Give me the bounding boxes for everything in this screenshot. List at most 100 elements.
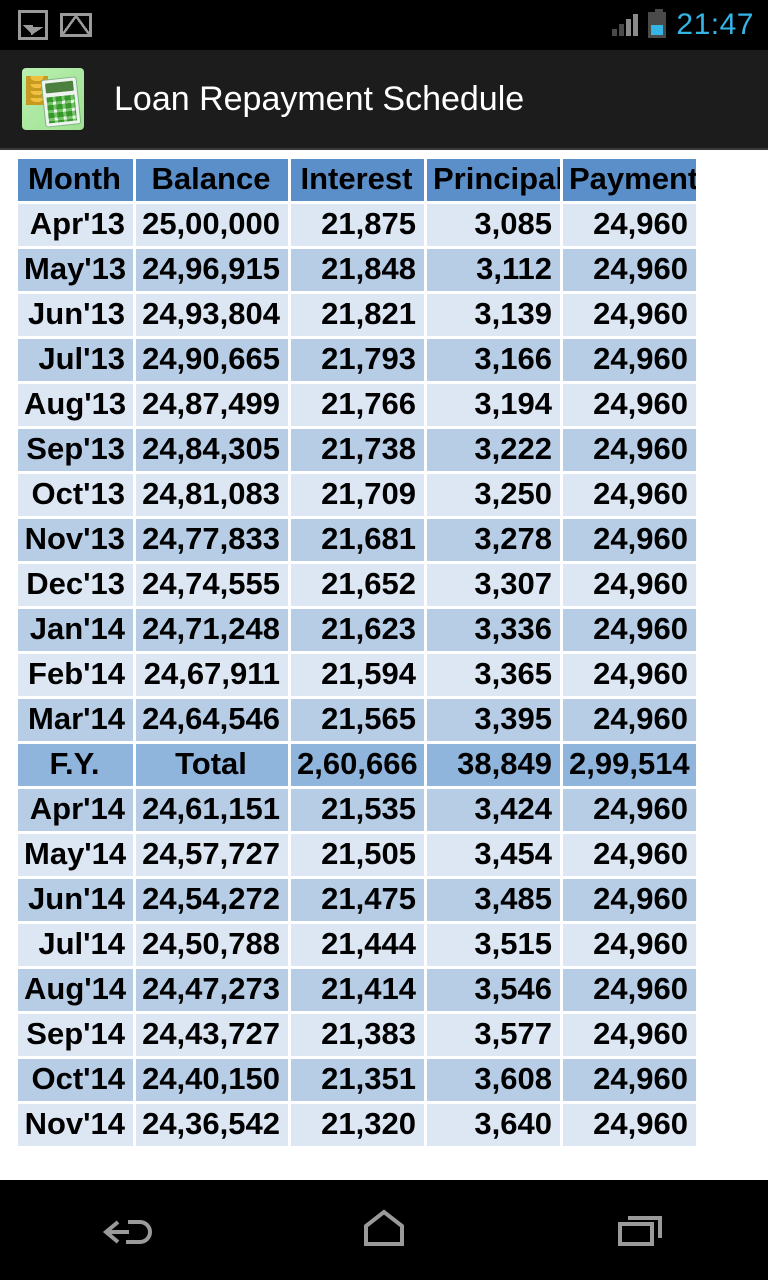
status-bar-notifications [0,10,92,40]
cell-payment: 24,960 [563,294,696,336]
cell-principal: 3,139 [427,294,560,336]
table-row[interactable]: Aug'13 24,87,499 21,766 3,194 24,960 [18,384,696,426]
home-icon[interactable] [352,1202,416,1259]
column-header-balance[interactable]: Balance [136,159,288,201]
table-row[interactable]: Jul'14 24,50,788 21,444 3,515 24,960 [18,924,696,966]
cell-month: May'14 [18,834,133,876]
cell-month: Aug'13 [18,384,133,426]
cell-payment: 24,960 [563,879,696,921]
cell-payment: 24,960 [563,384,696,426]
cell-balance: Total [136,744,288,786]
gmail-icon [60,13,92,37]
table-row[interactable]: Nov'14 24,36,542 21,320 3,640 24,960 [18,1104,696,1146]
cell-month: Nov'14 [18,1104,133,1146]
table-row[interactable]: Jan'14 24,71,248 21,623 3,336 24,960 [18,609,696,651]
cell-payment: 2,99,514 [563,744,696,786]
cell-month: Sep'14 [18,1014,133,1056]
cell-month: Jul'13 [18,339,133,381]
table-row[interactable]: Jun'14 24,54,272 21,475 3,485 24,960 [18,879,696,921]
cell-month: May'13 [18,249,133,291]
cell-balance: 24,36,542 [136,1104,288,1146]
cell-principal: 3,608 [427,1059,560,1101]
cell-interest: 21,383 [291,1014,424,1056]
cell-balance: 24,84,305 [136,429,288,471]
table-row[interactable]: Dec'13 24,74,555 21,652 3,307 24,960 [18,564,696,606]
recents-icon[interactable] [608,1202,672,1259]
cell-interest: 21,766 [291,384,424,426]
cell-payment: 24,960 [563,924,696,966]
back-icon[interactable] [96,1202,160,1259]
table-row[interactable]: Nov'13 24,77,833 21,681 3,278 24,960 [18,519,696,561]
column-header-payment[interactable]: Payment [563,159,696,201]
cell-principal: 3,424 [427,789,560,831]
cell-principal: 3,546 [427,969,560,1011]
cell-interest: 21,875 [291,204,424,246]
action-bar: Loan Repayment Schedule [0,50,768,150]
cell-month: Nov'13 [18,519,133,561]
table-header-row: Month Balance Interest Principal Payment [18,159,696,201]
column-header-interest[interactable]: Interest [291,159,424,201]
cell-month: Mar'14 [18,699,133,741]
table-row[interactable]: Mar'14 24,64,546 21,565 3,395 24,960 [18,699,696,741]
cell-interest: 21,320 [291,1104,424,1146]
battery-icon [648,9,667,38]
table-row[interactable]: Oct'13 24,81,083 21,709 3,250 24,960 [18,474,696,516]
table-body: Apr'13 25,00,000 21,875 3,085 24,960 May'13 24… [18,204,696,1146]
cell-principal: 3,166 [427,339,560,381]
cell-principal: 3,395 [427,699,560,741]
table-row-financial-year-total[interactable]: F.Y. Total 2,60,666 38,849 2,99,514 [18,744,696,786]
cell-month: Feb'14 [18,654,133,696]
cell-balance: 24,67,911 [136,654,288,696]
cell-interest: 21,565 [291,699,424,741]
calculator-coins-icon [22,68,84,130]
status-bar-system: 21:47 [612,8,768,42]
cell-payment: 24,960 [563,789,696,831]
table-row[interactable]: Sep'13 24,84,305 21,738 3,222 24,960 [18,429,696,471]
cell-principal: 3,250 [427,474,560,516]
cell-balance: 24,47,273 [136,969,288,1011]
cell-principal: 3,194 [427,384,560,426]
cell-month: Jul'14 [18,924,133,966]
table-row[interactable]: Feb'14 24,67,911 21,594 3,365 24,960 [18,654,696,696]
cell-payment: 24,960 [563,699,696,741]
cell-payment: 24,960 [563,969,696,1011]
cell-principal: 3,222 [427,429,560,471]
cell-interest: 21,444 [291,924,424,966]
cell-balance: 24,93,804 [136,294,288,336]
cell-payment: 24,960 [563,1104,696,1146]
cell-interest: 21,594 [291,654,424,696]
status-bar: 21:47 [0,0,768,50]
cell-interest: 21,848 [291,249,424,291]
cell-principal: 3,112 [427,249,560,291]
cell-month: Oct'13 [18,474,133,516]
table-row[interactable]: Sep'14 24,43,727 21,383 3,577 24,960 [18,1014,696,1056]
cell-payment: 24,960 [563,609,696,651]
column-header-month[interactable]: Month [18,159,133,201]
table-row[interactable]: Jun'13 24,93,804 21,821 3,139 24,960 [18,294,696,336]
table-row[interactable]: May'13 24,96,915 21,848 3,112 24,960 [18,249,696,291]
cell-interest: 2,60,666 [291,744,424,786]
cell-payment: 24,960 [563,1014,696,1056]
cell-balance: 24,81,083 [136,474,288,516]
cell-interest: 21,821 [291,294,424,336]
cell-payment: 24,960 [563,429,696,471]
navigation-bar [0,1180,768,1280]
table-row[interactable]: Jul'13 24,90,665 21,793 3,166 24,960 [18,339,696,381]
cell-payment: 24,960 [563,474,696,516]
cell-month: Apr'13 [18,204,133,246]
cell-principal: 38,849 [427,744,560,786]
cell-balance: 24,71,248 [136,609,288,651]
cell-interest: 21,709 [291,474,424,516]
cell-balance: 24,64,546 [136,699,288,741]
cell-interest: 21,623 [291,609,424,651]
column-header-principal[interactable]: Principal [427,159,560,201]
schedule-scroll-area[interactable]: Month Balance Interest Principal Payment… [0,152,768,1180]
cell-payment: 24,960 [563,654,696,696]
table-row[interactable]: Apr'14 24,61,151 21,535 3,424 24,960 [18,789,696,831]
table-row[interactable]: May'14 24,57,727 21,505 3,454 24,960 [18,834,696,876]
table-row[interactable]: Aug'14 24,47,273 21,414 3,546 24,960 [18,969,696,1011]
table-row[interactable]: Oct'14 24,40,150 21,351 3,608 24,960 [18,1059,696,1101]
cell-balance: 24,87,499 [136,384,288,426]
table-row[interactable]: Apr'13 25,00,000 21,875 3,085 24,960 [18,204,696,246]
cell-principal: 3,640 [427,1104,560,1146]
